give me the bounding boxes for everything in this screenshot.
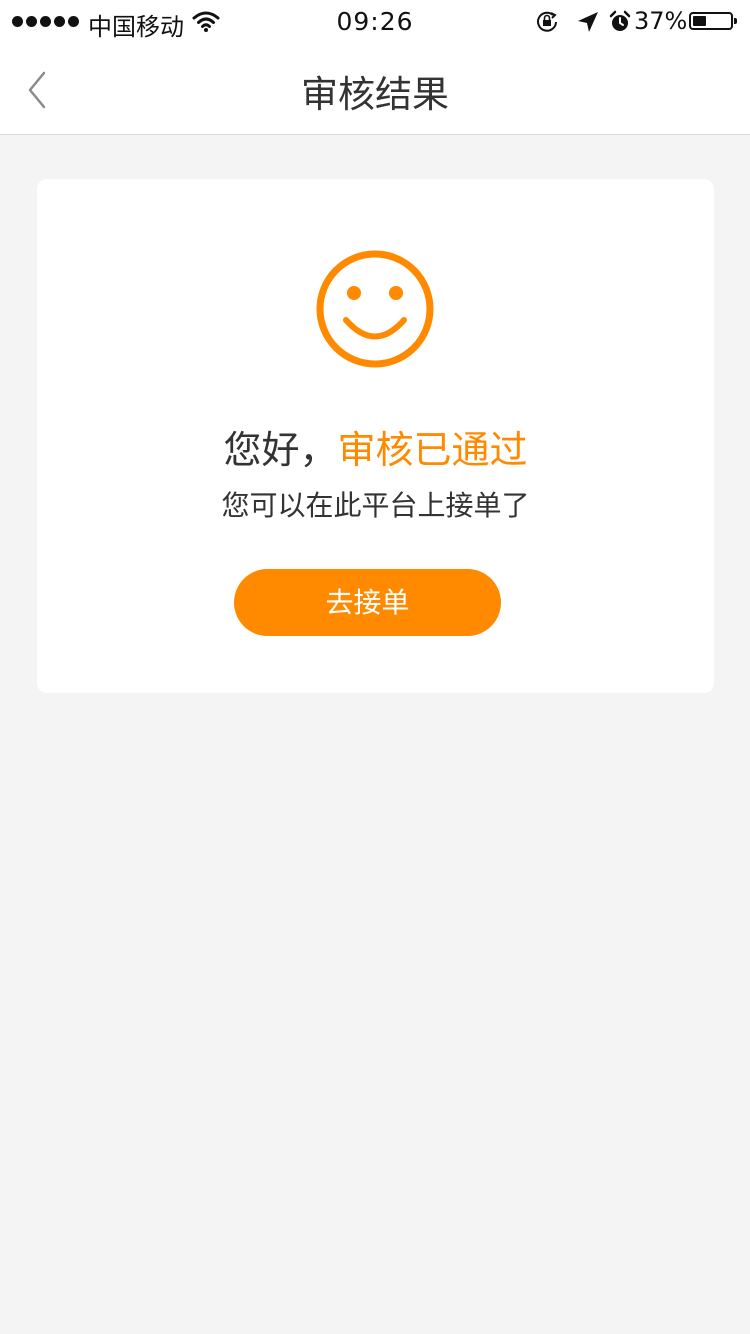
battery-level [693, 16, 706, 26]
result-message: 您可以在此平台上接单了 [221, 489, 530, 522]
page-title: 审核结果 [301, 73, 449, 116]
location-arrow-icon [578, 12, 598, 32]
rotation-lock-icon [537, 11, 557, 32]
result-card: 您好，审核已通过 您可以在此平台上接单了 去接单 [37, 179, 714, 693]
greeting-text: 您好， [223, 428, 338, 472]
status-bar: 中国移动 09:26 37% [0, 0, 750, 44]
battery-icon [689, 12, 737, 30]
status-icons [536, 10, 632, 34]
alarm-icon [609, 10, 631, 31]
result-headline: 您好，审核已通过 [37, 419, 714, 474]
approval-status-text: 审核已通过 [337, 428, 528, 472]
accept-orders-button[interactable]: 去接单 [234, 569, 501, 636]
battery-percent: 37% [634, 7, 688, 35]
smiley-face-icon [316, 250, 434, 368]
navigation-bar: 审核结果 [0, 44, 750, 135]
